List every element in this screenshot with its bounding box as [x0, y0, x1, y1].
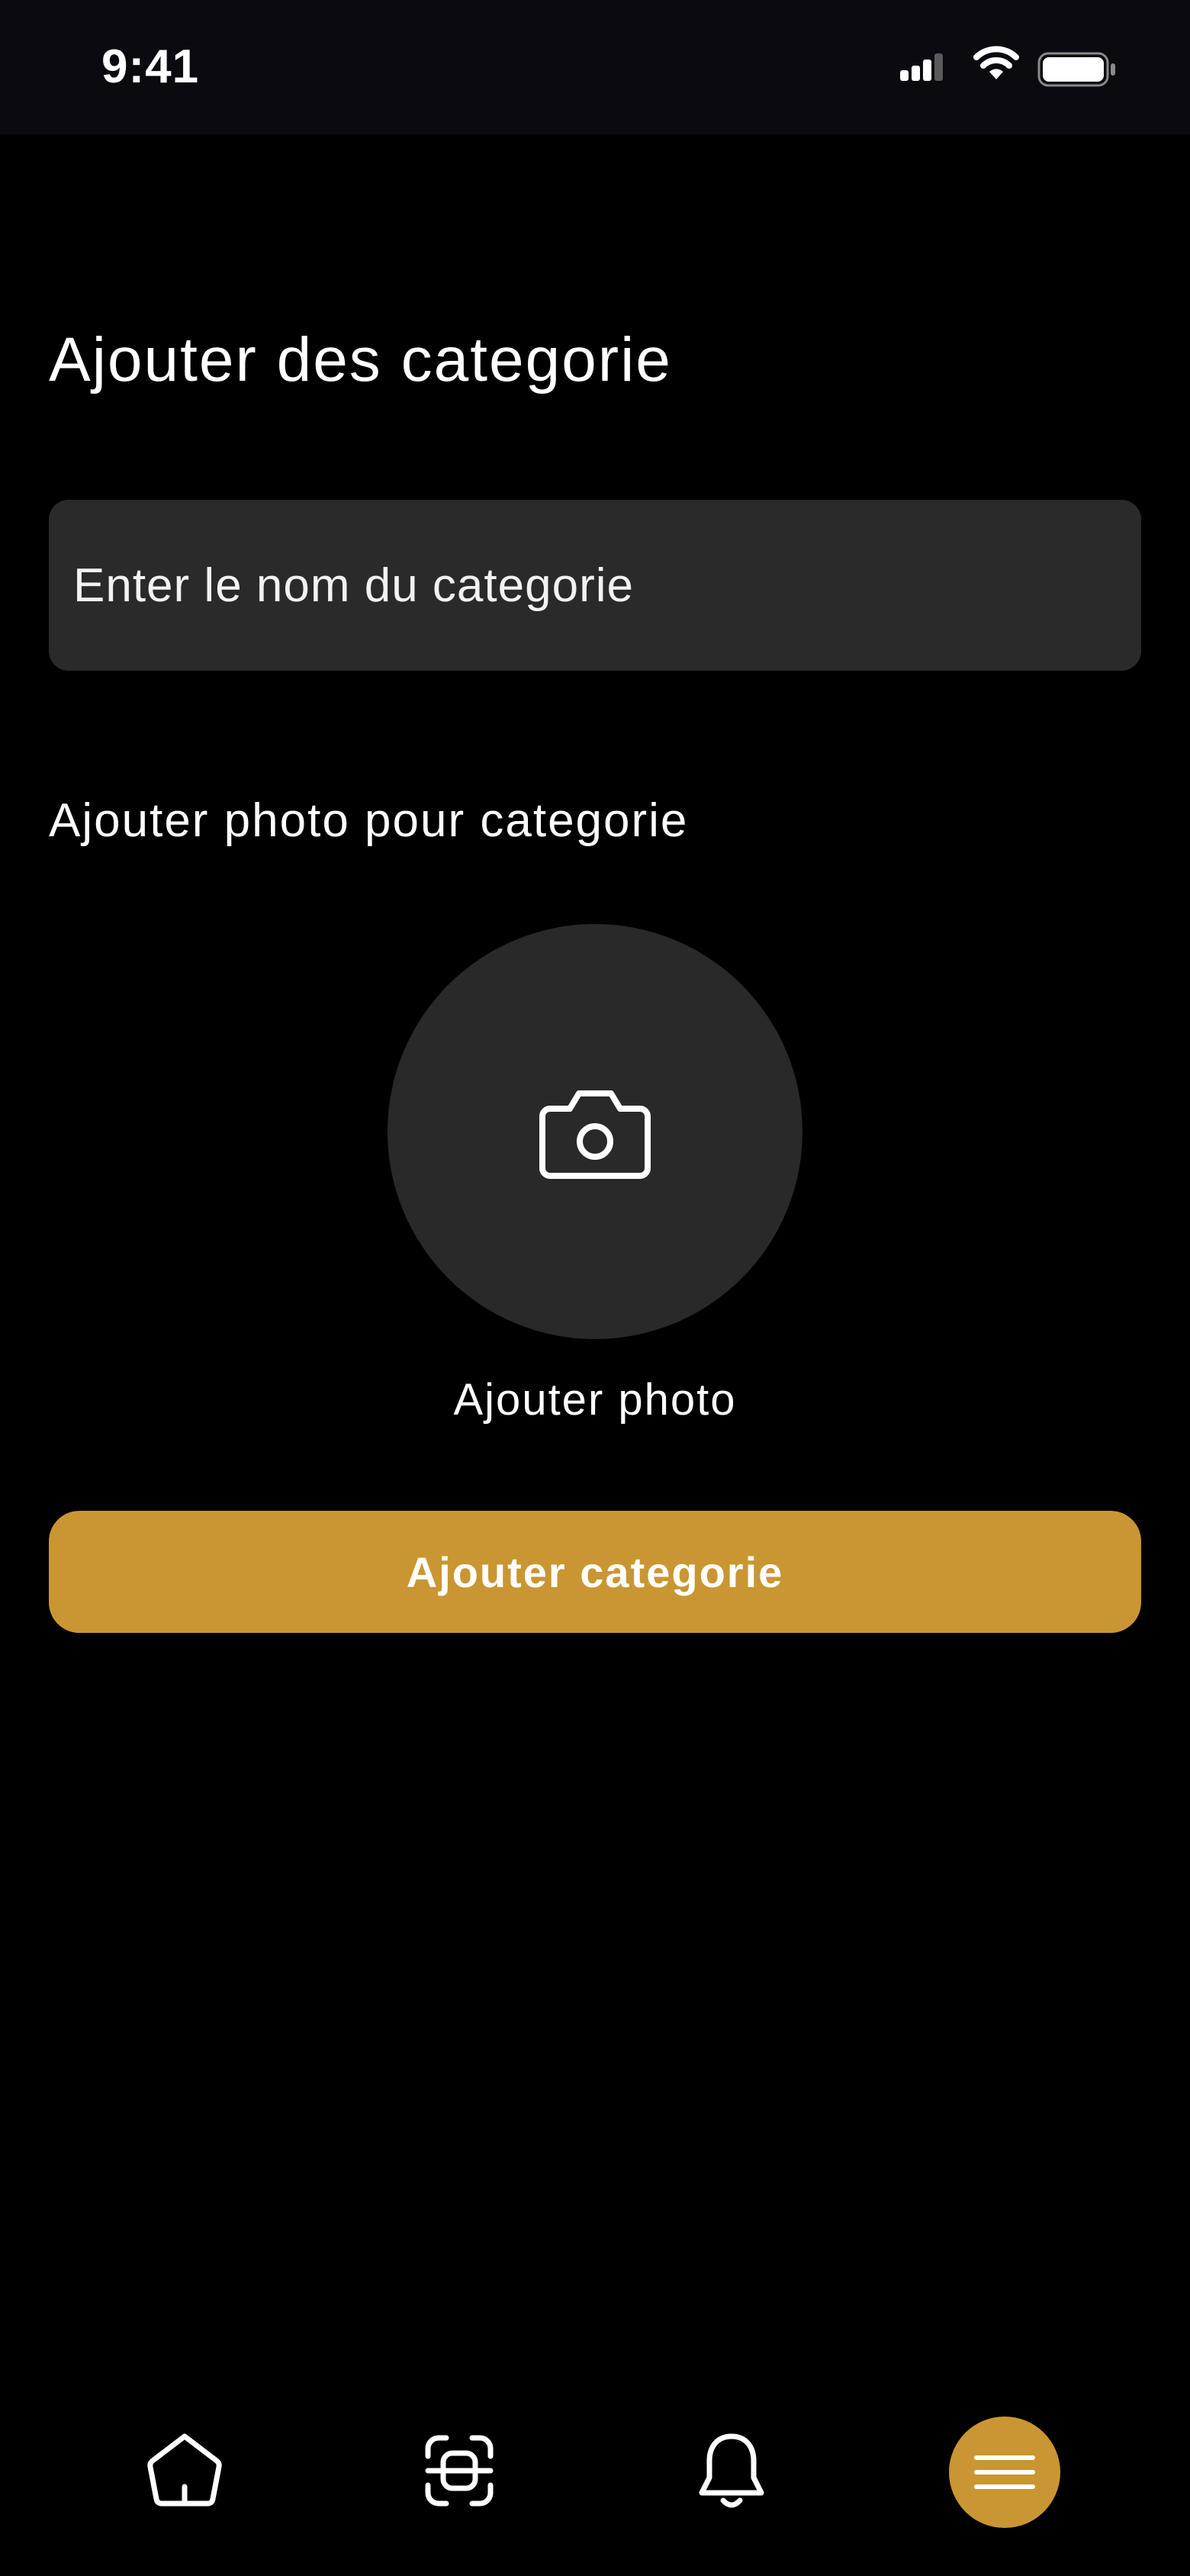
- page-title: Ajouter des categorie: [49, 325, 672, 394]
- add-photo-button[interactable]: [388, 924, 802, 1339]
- photo-section-label: Ajouter photo pour categorie: [49, 794, 689, 847]
- camera-icon: [539, 1086, 651, 1184]
- wifi-icon: [973, 46, 1020, 85]
- signal-icon: [900, 53, 943, 85]
- home-icon: [147, 2433, 222, 2507]
- nav-menu[interactable]: [949, 2417, 1060, 2528]
- category-name-input[interactable]: [49, 500, 1141, 671]
- add-category-button[interactable]: Ajouter categorie: [49, 1511, 1141, 1633]
- battery-icon: [1037, 52, 1117, 91]
- bell-icon: [699, 2433, 764, 2508]
- nav-notifications[interactable]: [674, 2413, 789, 2528]
- add-photo-caption: Ajouter photo: [453, 1375, 737, 1425]
- status-time: 9:41: [101, 40, 200, 93]
- nav-scan[interactable]: [402, 2413, 516, 2528]
- status-bar: 9:41: [0, 0, 1190, 134]
- menu-icon: [974, 2455, 1035, 2489]
- nav-home[interactable]: [127, 2413, 242, 2528]
- scan-icon: [425, 2435, 494, 2507]
- bottom-nav: [0, 2388, 1190, 2556]
- status-icons: [900, 46, 1190, 92]
